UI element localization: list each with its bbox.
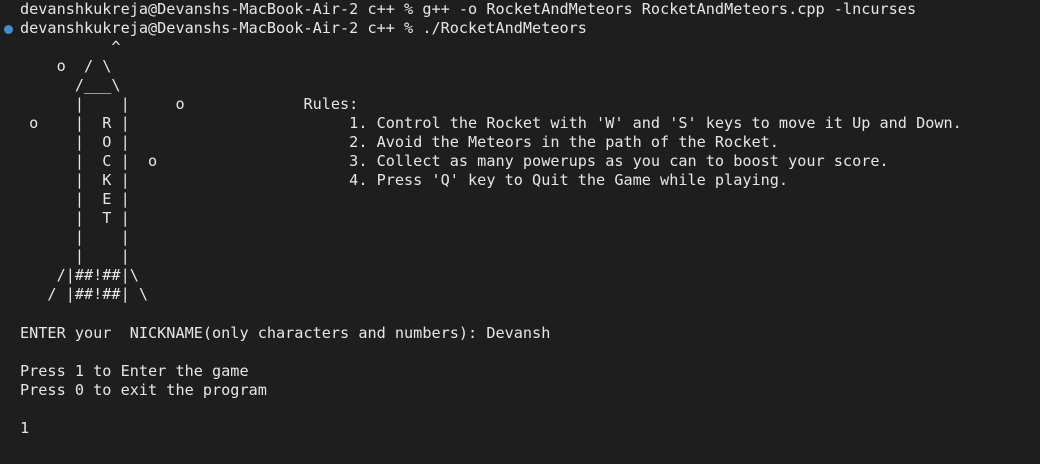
shell-prompt: devanshkukreja@Devanshs-MacBook-Air-2 c+… xyxy=(20,0,423,18)
command-status-marker[interactable] xyxy=(4,25,13,34)
run-command-line: devanshkukreja@Devanshs-MacBook-Air-2 c+… xyxy=(20,19,587,38)
compile-command-line: devanshkukreja@Devanshs-MacBook-Air-2 c+… xyxy=(20,0,916,19)
shell-prompt: devanshkukreja@Devanshs-MacBook-Air-2 c+… xyxy=(20,19,423,37)
compile-command: g++ -o RocketAndMeteors RocketAndMeteors… xyxy=(422,0,917,18)
nickname-line: ENTER your NICKNAME(only characters and … xyxy=(20,324,550,343)
run-command: ./RocketAndMeteors xyxy=(422,19,587,37)
terminal-window[interactable]: devanshkukreja@Devanshs-MacBook-Air-2 c+… xyxy=(0,0,1040,464)
user-choice-input[interactable]: 1 xyxy=(20,419,29,438)
menu-option-exit: Press 0 to exit the program xyxy=(20,381,267,399)
nickname-prompt: ENTER your NICKNAME(only characters and … xyxy=(20,324,487,342)
rocket-ascii-art-and-rules: ^ o / \ /___\ | | o Rules: o | R | 1. Co… xyxy=(29,38,962,303)
menu-option-enter: Press 1 to Enter the game xyxy=(20,362,249,380)
nickname-input[interactable]: Devansh xyxy=(486,324,550,342)
